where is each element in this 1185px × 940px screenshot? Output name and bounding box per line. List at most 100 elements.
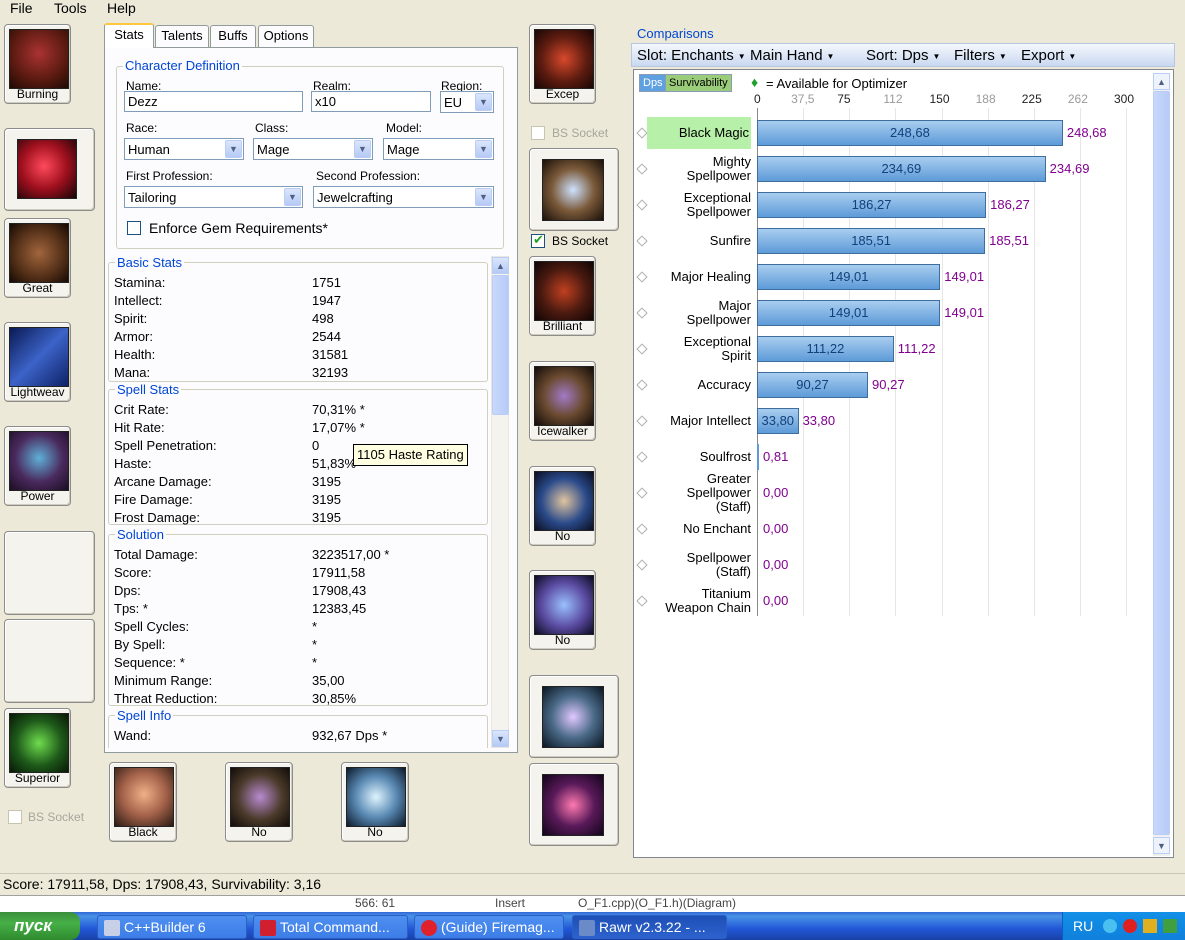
model-select[interactable]: Mage ▼	[383, 138, 494, 160]
comparison-item-label[interactable]: Greater Spellpower (Staff)	[651, 472, 751, 514]
second-profession-select[interactable]: Jewelcrafting ▼	[313, 186, 494, 208]
comparison-bar[interactable]: 186,27	[757, 192, 987, 218]
gear-slot-waist[interactable]: Brilliant	[529, 256, 596, 336]
legs-bs-socket-checkbox[interactable]	[8, 810, 22, 824]
haste-tooltip: 1105 Haste Rating	[353, 444, 468, 466]
gear-slot-ring1[interactable]: No	[529, 466, 596, 546]
scroll-up-button[interactable]: ▲	[492, 257, 509, 274]
gear-slot-trinket2[interactable]	[529, 763, 619, 846]
stats-scroll-area[interactable]: Basic Stats Spell Stats Solution Spell I…	[108, 256, 490, 748]
language-indicator[interactable]: RU	[1073, 918, 1093, 934]
task-label: Rawr v2.3.22 - ...	[599, 919, 706, 935]
gear-slot-ring2[interactable]: No	[529, 570, 596, 650]
scroll-down-button[interactable]: ▼	[1153, 837, 1170, 854]
gear-slot-legs[interactable]: Superior	[4, 708, 71, 788]
comparison-item-label[interactable]: Spellpower (Staff)	[651, 547, 751, 583]
slot-dropdown[interactable]: Slot: Enchants ▼	[637, 47, 746, 64]
sort-dropdown[interactable]: Sort: Dps ▼	[866, 47, 940, 64]
gear-slot-wrist[interactable]	[529, 148, 619, 231]
comparison-bar[interactable]: 149,01	[757, 264, 941, 290]
weapon-dropdown[interactable]: Main Hand ▼	[750, 47, 834, 64]
chart-vertical-scrollbar[interactable]: ▲ ▼	[1153, 73, 1170, 856]
gear-slot-head[interactable]: Burning	[4, 24, 71, 104]
comparison-bar[interactable]	[757, 444, 759, 470]
gear-slot-hands[interactable]: Excep	[529, 24, 596, 104]
comparison-item-label[interactable]: Major Healing	[651, 259, 751, 295]
gear-slot-ranged[interactable]: No	[341, 762, 409, 842]
first-profession-select[interactable]: Tailoring ▼	[124, 186, 303, 208]
comparison-item-label[interactable]: Black Magic	[647, 117, 751, 149]
waist-item-icon	[534, 261, 594, 321]
scroll-down-button[interactable]: ▼	[492, 730, 509, 747]
comparison-bar[interactable]: 234,69	[757, 156, 1046, 182]
comparison-item-label[interactable]: Soulfrost	[651, 439, 751, 475]
tab-stats[interactable]: Stats	[104, 23, 154, 48]
tray-icon[interactable]	[1163, 919, 1177, 933]
gear-slot-shoulder[interactable]: Great	[4, 218, 71, 298]
menu-help[interactable]: Help	[105, 0, 138, 16]
hands-bs-socket-checkbox[interactable]	[531, 126, 545, 140]
region-select[interactable]: EU ▼	[440, 91, 494, 113]
race-select[interactable]: Human ▼	[124, 138, 244, 160]
tray-icon[interactable]	[1143, 919, 1157, 933]
comparison-bar[interactable]: 33,80	[757, 408, 799, 434]
shoulder-item-icon	[9, 223, 69, 283]
comparison-bar[interactable]: 185,51	[757, 228, 986, 254]
chevron-down-icon: ▼	[1068, 51, 1077, 61]
comparison-item-label[interactable]: Major Intellect	[651, 403, 751, 439]
legend-survivability[interactable]: Survivability	[665, 74, 732, 92]
stat-value: *	[312, 655, 318, 670]
start-button[interactable]: пуск	[0, 912, 80, 940]
tab-buffs[interactable]: Buffs	[210, 25, 256, 47]
gear-slot-off-hand[interactable]: No	[225, 762, 293, 842]
tray-icon[interactable]	[1103, 919, 1117, 933]
menu-file[interactable]: File	[8, 0, 35, 16]
taskbar-opera[interactable]: (Guide) Firemag...	[414, 915, 564, 939]
comparison-item-label[interactable]: Mighty Spellpower	[651, 151, 751, 187]
comparison-item-label[interactable]: Sunfire	[651, 223, 751, 259]
comparison-item-label[interactable]: No Enchant	[651, 511, 751, 547]
comparison-bar[interactable]: 149,01	[757, 300, 941, 326]
scroll-thumb[interactable]	[1153, 91, 1170, 835]
comparison-bar[interactable]: 111,22	[757, 336, 894, 362]
gear-slot-trinket1[interactable]	[529, 675, 619, 758]
name-input[interactable]: Dezz	[124, 91, 303, 112]
gear-slot-shirt[interactable]	[4, 531, 95, 615]
comparison-bar[interactable]: 248,68	[757, 120, 1063, 146]
bar-value-label: 0,00	[763, 593, 789, 608]
opera-tray-icon[interactable]	[1123, 919, 1137, 933]
tab-options[interactable]: Options	[258, 25, 314, 47]
comparison-item-label[interactable]: Titanium Weapon Chain	[651, 583, 751, 619]
solution-title: Solution	[115, 527, 166, 542]
taskbar-rawr[interactable]: Rawr v2.3.22 - ...	[572, 915, 727, 939]
comparison-bar[interactable]: 90,27	[757, 372, 869, 398]
comparison-item-label[interactable]: Accuracy	[651, 367, 751, 403]
export-dropdown[interactable]: Export ▼	[1021, 47, 1076, 64]
menu-tools[interactable]: Tools	[52, 0, 89, 16]
gear-slot-feet[interactable]: Icewalker	[529, 361, 596, 441]
tab-talents[interactable]: Talents	[155, 25, 209, 47]
first-profession-value: Tailoring	[128, 190, 177, 205]
legend-dps[interactable]: Dps	[639, 74, 667, 92]
gear-slot-back[interactable]: Lightweav	[4, 322, 71, 402]
class-select[interactable]: Mage ▼	[253, 138, 373, 160]
comparison-item-label[interactable]: Exceptional Spirit	[651, 331, 751, 367]
comparison-item-label[interactable]: Exceptional Spellpower	[651, 187, 751, 223]
taskbar-cppbuilder[interactable]: C++Builder 6	[97, 915, 247, 939]
gear-slot-neck[interactable]	[4, 128, 95, 211]
filters-dropdown[interactable]: Filters ▼	[954, 47, 1007, 64]
stat-name: Wand:	[114, 728, 152, 743]
gear-slot-chest[interactable]: Power	[4, 426, 71, 506]
scroll-up-button[interactable]: ▲	[1153, 73, 1170, 90]
spell-stat-row: Frost Damage: 3195	[114, 510, 474, 528]
gear-slot-tabard[interactable]	[4, 619, 95, 703]
comparison-item-label[interactable]: Major Spellpower	[651, 295, 751, 331]
gear-slot-main-hand[interactable]: Black	[109, 762, 177, 842]
taskbar-total-commander[interactable]: Total Command...	[253, 915, 408, 939]
scroll-thumb[interactable]	[492, 275, 509, 415]
wrist-bs-socket-checkbox[interactable]	[531, 232, 545, 248]
comparisons-toolbar: Slot: Enchants ▼ Main Hand ▼ Sort: Dps ▼ Fi…	[631, 43, 1175, 67]
enforce-gem-checkbox[interactable]	[127, 221, 141, 235]
stats-vertical-scrollbar[interactable]: ▲ ▼	[491, 256, 509, 748]
realm-input[interactable]: x10	[311, 91, 431, 112]
